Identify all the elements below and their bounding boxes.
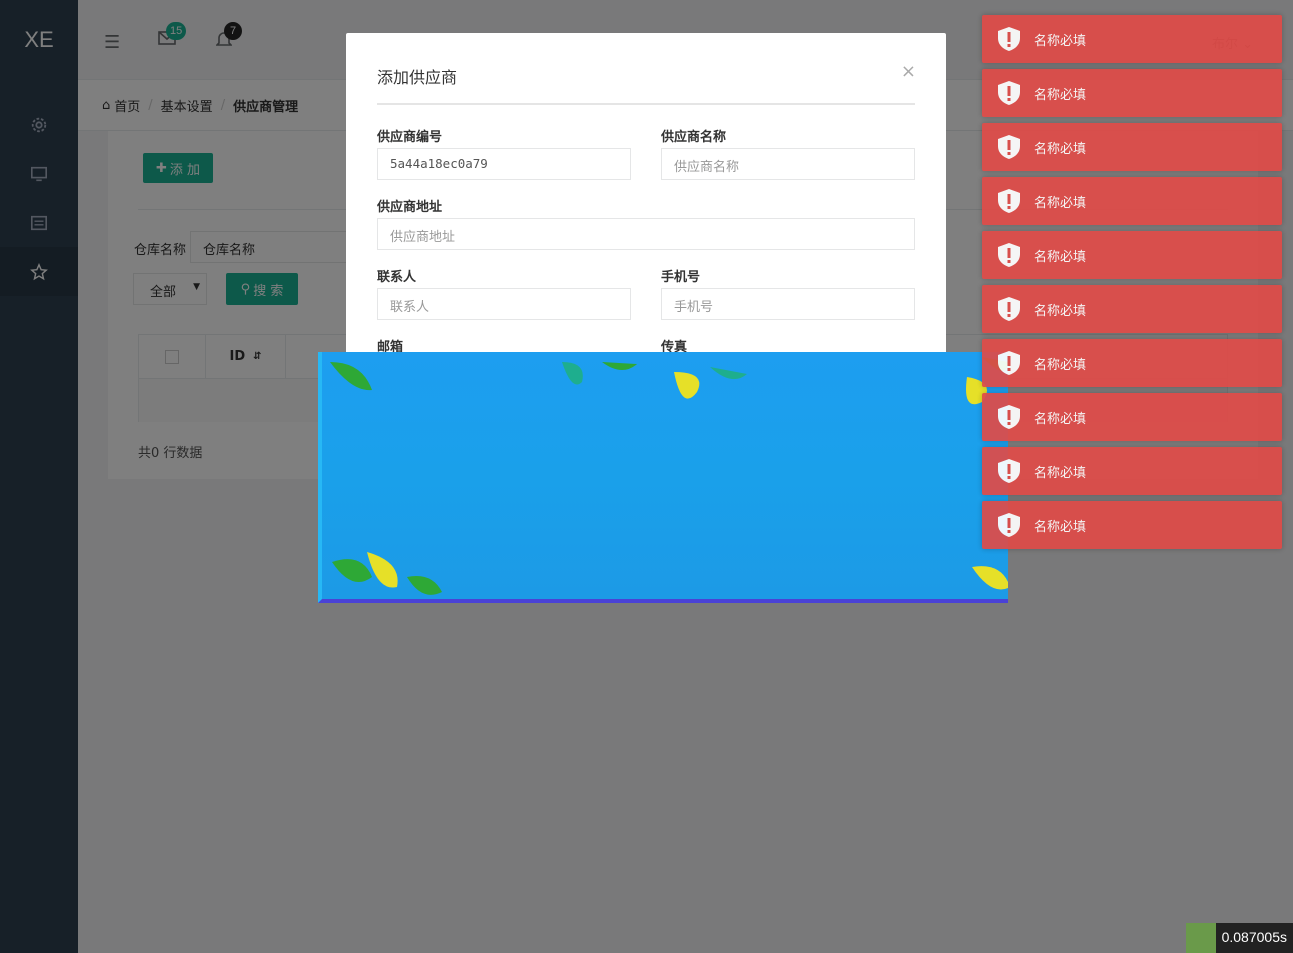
- supplier-address-label: 供应商地址: [377, 200, 443, 215]
- shield-alert-icon: [998, 243, 1020, 267]
- toast-message: 名称必填: [1034, 303, 1087, 319]
- phone-input[interactable]: 手机号: [661, 288, 915, 320]
- toast-message: 名称必填: [1034, 357, 1087, 373]
- timing-value: 0.087005s: [1215, 923, 1293, 953]
- toast-message: 名称必填: [1034, 33, 1087, 49]
- close-icon[interactable]: ×: [901, 61, 916, 82]
- timing-badge: 0.087005s: [1185, 923, 1293, 953]
- toast-message: 名称必填: [1034, 249, 1087, 265]
- error-toast[interactable]: 名称必填: [982, 285, 1282, 333]
- supplier-address-input[interactable]: 供应商地址: [377, 218, 915, 250]
- phone-label: 手机号: [661, 270, 701, 285]
- shield-alert-icon: [998, 189, 1020, 213]
- supplier-code-label: 供应商编号: [377, 130, 443, 145]
- leaf-decoration: [330, 357, 1008, 595]
- toast-message: 名称必填: [1034, 519, 1087, 535]
- shield-alert-icon: [998, 405, 1020, 429]
- shield-alert-icon: [998, 135, 1020, 159]
- contact-label: 联系人: [377, 270, 417, 285]
- error-toast[interactable]: 名称必填: [982, 501, 1282, 549]
- contact-input[interactable]: 联系人: [377, 288, 631, 320]
- error-toast[interactable]: 名称必填: [982, 123, 1282, 171]
- shield-alert-icon: [998, 81, 1020, 105]
- toast-message: 名称必填: [1034, 411, 1087, 427]
- toast-message: 名称必填: [1034, 465, 1087, 481]
- leaf-logo-icon: [1185, 923, 1216, 953]
- error-toast[interactable]: 名称必填: [982, 177, 1282, 225]
- shield-alert-icon: [998, 459, 1020, 483]
- error-toast[interactable]: 名称必填: [982, 15, 1282, 63]
- shield-alert-icon: [998, 27, 1020, 51]
- toast-message: 名称必填: [1034, 141, 1087, 157]
- error-toast[interactable]: 名称必填: [982, 69, 1282, 117]
- supplier-code-input[interactable]: 5a44a18ec0a79: [377, 148, 631, 180]
- leaf-banner-image: [318, 352, 1008, 603]
- shield-alert-icon: [998, 351, 1020, 375]
- toast-message: 名称必填: [1034, 87, 1087, 103]
- modal-title: 添加供应商: [377, 68, 458, 87]
- error-toast[interactable]: 名称必填: [982, 339, 1282, 387]
- add-supplier-modal: 添加供应商 × 供应商编号 5a44a18ec0a79 供应商名称 供应商名称 …: [346, 33, 946, 363]
- toast-message: 名称必填: [1034, 195, 1087, 211]
- supplier-name-input[interactable]: 供应商名称: [661, 148, 915, 180]
- error-toast[interactable]: 名称必填: [982, 447, 1282, 495]
- error-toast[interactable]: 名称必填: [982, 393, 1282, 441]
- shield-alert-icon: [998, 513, 1020, 537]
- error-toast[interactable]: 名称必填: [982, 231, 1282, 279]
- modal-divider: [377, 103, 915, 105]
- supplier-name-label: 供应商名称: [661, 130, 727, 145]
- shield-alert-icon: [998, 297, 1020, 321]
